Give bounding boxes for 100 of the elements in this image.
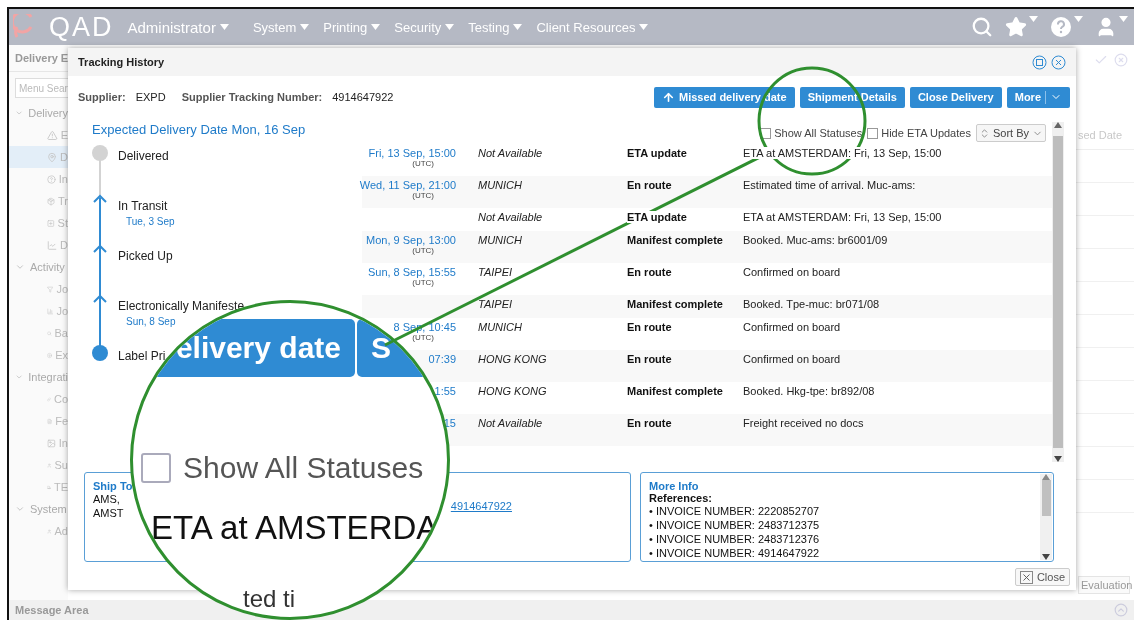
event-date: 15 [443,417,456,429]
event-location: MUNICH [477,179,522,191]
checkbox[interactable] [760,127,772,139]
event-status: Manifest complete [627,234,723,246]
event-status: Manifest complete [627,385,723,397]
event-status: En route [627,417,672,429]
event-date: Mon, 9 Sep, 13:00 [366,234,456,246]
timeline-label: Picked Up [118,248,173,264]
menu-item[interactable]: Security [394,19,455,35]
event-description: Confirmed on board [743,321,841,333]
chevron-up-icon [93,194,107,203]
event-description: Booked. Hkg-tpe: br892/08 [743,385,875,397]
tree-item[interactable]: E [9,124,68,146]
tree-item[interactable]: Ba [9,322,68,344]
expected-delivery-date: Expected Delivery Date Mon, 16 Sep [92,122,307,139]
tree-group[interactable]: Integrati [9,366,68,388]
tree-item[interactable]: Ad [9,520,68,542]
status-dot [92,145,108,161]
tree-item[interactable]: Co [9,388,68,410]
tree-item[interactable]: Jo [9,278,68,300]
caret-icon [639,24,649,30]
event-description: ETA at AMSTERDAM: Fri, 13 Sep, 15:00 [743,147,942,159]
checkbox[interactable] [867,127,879,139]
settings-icon[interactable] [1032,54,1047,70]
close-button[interactable]: Close [1014,568,1070,586]
close-icon [1019,570,1033,584]
caret-icon [1119,16,1128,22]
search-icon[interactable] [971,16,993,38]
tree-item[interactable]: St [9,212,68,234]
question-icon [47,172,56,186]
address-line: AMST [93,506,125,520]
more-button[interactable]: More [1006,86,1070,108]
tracking-label: Supplier Tracking Number: [181,91,323,103]
tree-group[interactable]: System [9,498,68,520]
scrollbar[interactable] [1040,474,1052,560]
reference-line: • INVOICE NUMBER: 2483712375 [649,518,820,532]
event-date: Wed, 11 Sep, 21:00 [359,179,456,191]
references-label: References: [649,492,713,504]
sort-select[interactable]: Sort By [975,124,1046,142]
scroll-down-icon[interactable] [1042,554,1050,560]
address-line: AMS, [93,492,121,506]
reference-line: • INVOICE NUMBER: 2220852707 [649,504,820,518]
help-icon[interactable] [1050,16,1072,38]
reference-line: • INVOICE NUMBER: 2483712376 [649,532,820,546]
tracking-link[interactable]: 4914647922 [450,500,512,513]
scrollbar[interactable] [1052,122,1064,462]
event-location: Not Available [477,147,543,159]
tree-item[interactable]: D [9,146,68,168]
event-status: En route [627,266,672,278]
event-location: TAIPEI [477,298,513,310]
message-area-label: Message Area [15,604,89,616]
event-location: MUNICH [477,321,522,333]
tree-item[interactable]: Jo [9,300,68,322]
event-status: ETA update [627,211,687,223]
tree-group[interactable]: Delivery [9,102,68,124]
menu-search-field[interactable]: Menu Sear [15,78,68,98]
tree-item[interactable]: D [9,234,68,256]
tree-item[interactable]: Fe [9,410,68,432]
timeline-label: Delivered [118,148,169,164]
line-chart-icon [47,238,58,252]
event-date: 1:55 [434,385,456,397]
close-icon[interactable] [1051,54,1066,70]
supplier-label: Supplier: [78,91,126,103]
timeline-date: Sun, 8 Sep [125,316,177,327]
event-description: ETA at AMSTERDAM: Fri, 13 Sep, 15:00 [743,211,942,223]
menu-item[interactable]: Client Resources [536,19,649,35]
timeline-label: Electronically Manifeste [118,298,245,314]
time-zone: (UTC) [412,159,434,168]
check-icon[interactable] [1094,53,1108,67]
event-status: Manifest complete [627,298,723,310]
tree-item[interactable]: TE [9,476,68,498]
user-menu[interactable]: Administrator [127,18,229,36]
tree-item[interactable]: Ex [9,344,68,366]
missed-date-button[interactable]: Missed delivery date [654,86,795,108]
scroll-up-icon[interactable] [1054,122,1062,128]
logo-text: QAD [49,13,114,41]
action-button[interactable]: Close Delivery [909,86,1002,108]
filter-checkbox[interactable]: Hide ETA Updates [867,127,971,139]
tree-item[interactable]: Su [9,454,68,476]
tracking-value: 4914647922 [332,91,394,103]
tree-group[interactable]: Activity [9,256,68,278]
magnified-text: ETA at AMSTERDA [151,509,439,547]
pin-icon [47,150,58,164]
event-status: En route [627,179,672,191]
star-icon[interactable] [1005,16,1027,38]
filter-checkbox[interactable]: Show All Statuses [760,127,863,139]
scroll-down-icon[interactable] [1054,456,1062,462]
action-button[interactable]: Shipment Details [799,86,905,108]
tree-item[interactable]: Tr [9,190,68,212]
event-description: Booked. Tpe-muc: br071/08 [743,298,880,310]
event-description: Estimated time of arrival. Muc-ams: [743,179,916,191]
panel-heading: Ship To [93,480,133,492]
event-status: En route [627,321,672,333]
menu-item[interactable]: Printing [323,19,381,35]
menu-item[interactable]: Testing [468,19,523,35]
menu-item[interactable]: System [252,19,310,35]
evaluation-button[interactable]: Evaluation [1078,576,1130,594]
magnified-text: ted ti [243,585,296,613]
event-location: TAIPEI [477,266,513,278]
timeline-date: Tue, 3 Sep [125,216,176,227]
